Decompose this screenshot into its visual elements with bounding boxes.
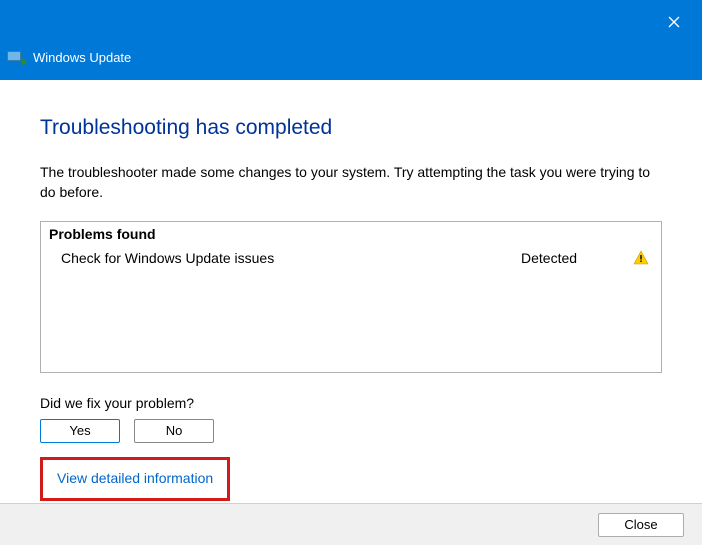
page-description: The troubleshooter made some changes to … bbox=[40, 162, 662, 203]
no-button[interactable]: No bbox=[134, 419, 214, 443]
header-title: Windows Update bbox=[33, 50, 131, 65]
problems-found-header: Problems found bbox=[41, 222, 661, 248]
close-button[interactable]: Close bbox=[598, 513, 684, 537]
problem-status: Detected bbox=[521, 250, 621, 266]
dialog-content: Troubleshooting has completed The troubl… bbox=[0, 80, 702, 501]
problem-name: Check for Windows Update issues bbox=[61, 250, 521, 266]
dialog-footer: Close bbox=[0, 503, 702, 545]
feedback-buttons: Yes No bbox=[40, 419, 662, 443]
feedback-question: Did we fix your problem? bbox=[40, 395, 662, 411]
header-title-row: Windows Update bbox=[7, 50, 131, 65]
warning-icon bbox=[633, 250, 649, 266]
page-heading: Troubleshooting has completed bbox=[40, 116, 662, 140]
problem-row: Check for Windows Update issues Detected bbox=[41, 248, 661, 268]
windows-update-icon bbox=[7, 51, 25, 65]
close-icon[interactable] bbox=[660, 8, 688, 36]
view-detailed-highlight: View detailed information bbox=[40, 457, 230, 501]
feedback-section: Did we fix your problem? Yes No bbox=[40, 395, 662, 443]
problems-found-box: Problems found Check for Windows Update … bbox=[40, 221, 662, 373]
yes-button[interactable]: Yes bbox=[40, 419, 120, 443]
dialog-header: Windows Update bbox=[0, 0, 702, 80]
view-detailed-link[interactable]: View detailed information bbox=[57, 470, 213, 486]
